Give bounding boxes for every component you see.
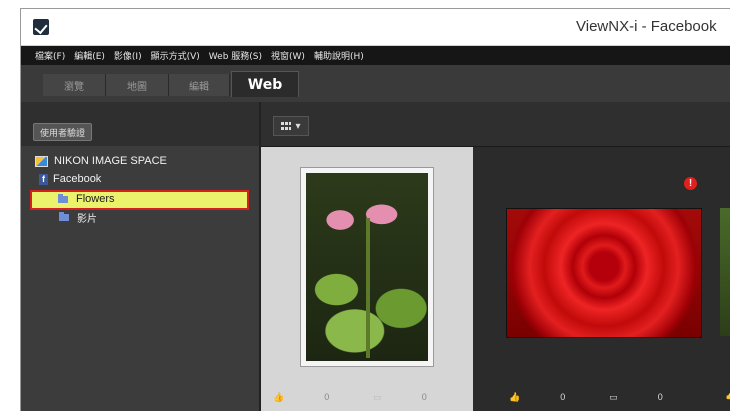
album-folder-icon: [59, 212, 69, 221]
view-mode-button[interactable]: ▾: [273, 116, 309, 136]
menu-window[interactable]: 視窗(W): [271, 49, 305, 62]
tree-item-label: NIKON IMAGE SPACE: [54, 155, 167, 167]
app-icon: [33, 19, 49, 35]
grid-view-icon: [281, 122, 292, 130]
tree-item-flowers[interactable]: Flowers: [58, 193, 115, 205]
window-title: ViewNX-i - Facebook: [576, 18, 717, 35]
chevron-down-icon: ▾: [295, 120, 301, 132]
left-panel-header: 使用者驗證: [21, 102, 259, 146]
title-bar: ViewNX-i - Facebook: [21, 9, 730, 46]
app-window: ViewNX-i - Facebook 檔案(F) 編輯(E) 影像(I) 顯示…: [20, 8, 730, 411]
menu-file[interactable]: 檔案(F): [35, 49, 65, 62]
menu-view[interactable]: 顯示方式(V): [151, 49, 200, 62]
comment-count: 0: [657, 392, 663, 402]
tab-edit[interactable]: 編輯: [169, 74, 230, 96]
menu-image[interactable]: 影像(I): [114, 49, 142, 62]
tab-map[interactable]: 地圖: [106, 74, 169, 96]
menu-bar: 檔案(F) 編輯(E) 影像(I) 顯示方式(V) Web 服務(S) 視窗(W…: [21, 46, 730, 65]
nikon-image-space-icon: [35, 155, 48, 167]
tree-item-label: Flowers: [76, 193, 115, 205]
photo-rose[interactable]: [506, 208, 702, 338]
menu-web-service[interactable]: Web 服務(S): [209, 49, 262, 62]
comment-icon[interactable]: ▭: [373, 392, 382, 403]
alert-icon: !: [684, 177, 697, 190]
like-icon[interactable]: 👍: [725, 390, 730, 401]
menu-edit[interactable]: 編輯(E): [74, 49, 105, 62]
menu-help[interactable]: 輔助說明(H): [314, 49, 364, 62]
tree-item-flowers-selected[interactable]: Flowers: [30, 190, 249, 210]
left-panel: 使用者驗證 NIKON IMAGE SPACE f Facebook: [21, 102, 261, 411]
photo-partial[interactable]: [720, 208, 730, 336]
thumbnail-selected[interactable]: 👍 0 ▭ 0: [261, 147, 473, 411]
tree-item-movies[interactable]: 影片: [59, 210, 97, 225]
photo-stats: 👍 0 ▭ 0: [273, 390, 427, 404]
photo-lotus[interactable]: [306, 173, 428, 361]
comment-count: 0: [421, 392, 427, 402]
comment-icon[interactable]: ▭: [609, 392, 618, 403]
tree-item-nikon-image-space[interactable]: NIKON IMAGE SPACE: [35, 155, 167, 167]
photo-stats: 👍 0 ▭ 0: [509, 390, 663, 404]
tree-item-label: Facebook: [53, 173, 102, 185]
mode-tab-bar: 瀏覽 地圖 編輯 Web: [21, 65, 730, 102]
facebook-icon: f: [39, 173, 48, 185]
like-icon[interactable]: 👍: [509, 392, 520, 403]
content-toolbar: ▾: [261, 102, 730, 147]
like-count: 0: [324, 392, 330, 402]
thumbnail-frame[interactable]: [300, 167, 434, 367]
like-count: 0: [560, 392, 566, 402]
like-icon[interactable]: 👍: [273, 392, 284, 403]
user-auth-button[interactable]: 使用者驗證: [33, 123, 93, 141]
tab-web[interactable]: Web: [231, 71, 299, 97]
tree-item-label: 影片: [77, 214, 97, 225]
thumbnail-area: 👍 0 ▭ 0 ! 👍 0 ▭ 0 👍: [261, 147, 730, 411]
tab-browse[interactable]: 瀏覽: [43, 74, 106, 96]
tree-item-facebook[interactable]: f Facebook: [39, 173, 101, 185]
album-folder-icon: [58, 193, 68, 203]
